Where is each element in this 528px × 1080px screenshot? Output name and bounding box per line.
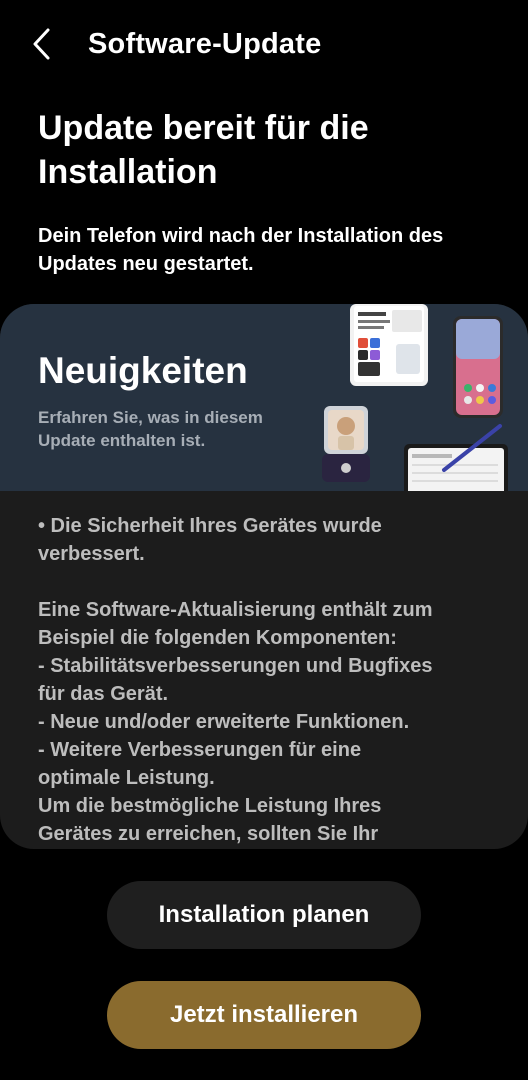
release-note-line: optimale Leistung. [38,767,215,789]
software-update-screen: Software-Update Update bereit für die In… [0,0,528,1080]
release-note-line: • Die Sicherheit Ihres Gerätes wurde [38,515,382,537]
whats-new-card[interactable]: Neuigkeiten Erfahren Sie, was in diesem … [0,304,528,849]
device-illustration [300,304,528,504]
release-note-line: für das Gerät. [38,683,169,705]
chevron-left-icon [33,28,50,60]
install-now-button[interactable]: Jetzt installieren [107,981,421,1049]
release-note-line: verbessert. [38,543,145,565]
page-title: Software-Update [88,28,322,60]
schedule-install-button[interactable]: Installation planen [107,881,421,949]
back-button[interactable] [22,24,62,64]
release-note-line: Gerätes zu erreichen, sollten Sie Ihr [38,823,379,845]
whats-new-banner: Neuigkeiten Erfahren Sie, was in diesem … [0,304,528,504]
update-headline: Update bereit für die Installation [38,109,369,191]
whats-new-title: Neuigkeiten [38,350,248,391]
release-note-line: - Weitere Verbesserungen für eine [38,739,362,761]
notes-spacer [38,568,508,596]
restart-notice: Dein Telefon wird nach der Installation … [38,225,444,275]
release-note-line: Um die bestmögliche Leistung Ihres [38,795,382,817]
release-note-line: Eine Software-Aktualisierung enthält zum [38,599,433,621]
release-note-line: - Stabilitätsverbesserungen und Bugfixes [38,655,433,677]
release-notes: • Die Sicherheit Ihres Gerätes wurde verb… [38,512,508,848]
whats-new-subtitle: Erfahren Sie, was in diesem Update entha… [38,408,263,450]
release-note-line: - Neue und/oder erweiterte Funktionen. [38,711,410,733]
release-note-line: Beispiel die folgenden Komponenten: [38,627,397,649]
app-bar: Software-Update [0,0,528,90]
